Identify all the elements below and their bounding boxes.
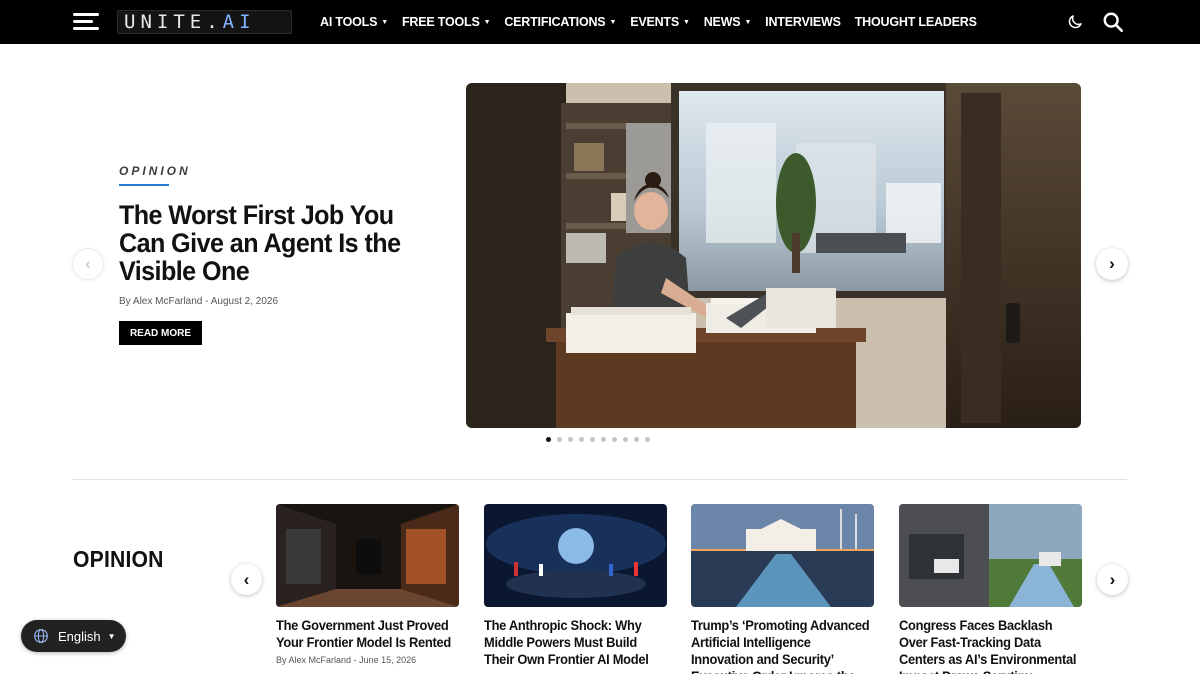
hero-author[interactable]: By Alex McFarland: [119, 296, 202, 307]
article-date: June 15, 2026: [359, 655, 417, 665]
nav-item-label: INTERVIEWS: [765, 15, 841, 29]
slide-dot[interactable]: [623, 437, 628, 442]
section-divider: [72, 479, 1127, 480]
article-card[interactable]: Trump’s ‘Promoting Advanced Artificial I…: [691, 504, 874, 674]
language-label: English: [58, 628, 101, 644]
top-navigation-bar: UNITE.AI AI TOOLS ▼ FREE TOOLS ▼ CERTIFICATI…: [0, 0, 1200, 44]
hero-image[interactable]: [466, 83, 1081, 428]
hero-next-button[interactable]: ›: [1096, 248, 1128, 280]
hero-meta: By Alex McFarland - August 2, 2026: [119, 296, 278, 307]
hero-prev-button[interactable]: ‹: [72, 248, 104, 280]
opinion-next-button[interactable]: ›: [1097, 564, 1128, 595]
slide-dot[interactable]: [645, 437, 650, 442]
globe-icon: [34, 629, 48, 643]
nav-item-news[interactable]: NEWS ▼: [703, 15, 752, 29]
nav-item-events[interactable]: EVENTS ▼: [630, 15, 690, 29]
nav-item-interviews[interactable]: INTERVIEWS: [765, 15, 841, 29]
nav-item-label: CERTIFICATIONS: [504, 15, 606, 29]
slide-dot[interactable]: [546, 437, 551, 442]
slide-dot[interactable]: [612, 437, 617, 442]
nav-item-label: EVENTS: [630, 15, 679, 29]
language-selector[interactable]: English ▼: [21, 620, 126, 652]
nav-item-label: NEWS: [703, 15, 741, 29]
article-card[interactable]: The Anthropic Shock: Why Middle Powers M…: [484, 504, 667, 668]
hero-date: August 2, 2026: [210, 296, 279, 307]
nav-item-label: THOUGHT LEADERS: [854, 15, 977, 29]
article-author[interactable]: By Alex McFarland: [276, 655, 351, 665]
article-thumbnail[interactable]: [276, 504, 459, 607]
opinion-prev-button[interactable]: ‹: [231, 564, 262, 595]
chevron-down-icon: ▼: [683, 18, 690, 26]
slide-dot[interactable]: [634, 437, 639, 442]
article-title[interactable]: The Anthropic Shock: Why Middle Powers M…: [484, 617, 667, 668]
opinion-section-title[interactable]: OPINION: [73, 546, 164, 573]
article-card[interactable]: The Government Just Proved Your Frontier…: [276, 504, 459, 665]
article-thumbnail[interactable]: [691, 504, 874, 607]
menu-icon[interactable]: [73, 13, 99, 31]
chevron-down-icon: ▼: [609, 18, 617, 26]
chevron-down-icon: ▼: [381, 18, 388, 26]
hero-title[interactable]: The Worst First Job You Can Give an Agen…: [119, 201, 417, 285]
logo-ai: AI: [222, 11, 256, 33]
nav-item-thought-leaders[interactable]: THOUGHT LEADERS: [855, 15, 977, 29]
category-underline: [119, 184, 169, 186]
slide-dot[interactable]: [579, 437, 584, 442]
nav-item-certifications[interactable]: CERTIFICATIONS ▼: [504, 15, 616, 29]
slide-dot[interactable]: [601, 437, 606, 442]
site-logo[interactable]: UNITE.AI: [117, 10, 292, 34]
moon-icon[interactable]: [1066, 13, 1084, 31]
main-nav: AI TOOLS ▼ FREE TOOLS ▼ CERTIFICATIONS ▼ EVENT…: [320, 0, 991, 44]
article-thumbnail[interactable]: [484, 504, 667, 607]
nav-item-ai-tools[interactable]: AI TOOLS ▼: [320, 15, 388, 29]
hero-category[interactable]: OPINION: [119, 164, 191, 178]
meta-separator: -: [353, 655, 357, 665]
article-title[interactable]: Congress Faces Backlash Over Fast-Tracki…: [899, 617, 1082, 674]
slide-dot[interactable]: [590, 437, 595, 442]
slide-indicators: [546, 437, 656, 442]
search-icon[interactable]: [1102, 11, 1124, 33]
meta-separator: -: [205, 296, 209, 307]
nav-item-free-tools[interactable]: FREE TOOLS ▼: [401, 15, 491, 29]
article-title[interactable]: The Government Just Proved Your Frontier…: [276, 617, 459, 651]
nav-item-label: AI TOOLS: [320, 15, 378, 29]
chevron-down-icon: ▼: [483, 18, 491, 26]
article-thumbnail[interactable]: [899, 504, 1082, 607]
nav-item-label: FREE TOOLS: [401, 15, 480, 29]
article-title[interactable]: Trump’s ‘Promoting Advanced Artificial I…: [691, 617, 874, 674]
logo-text: UNITE.: [124, 11, 223, 33]
slide-dot[interactable]: [557, 437, 562, 442]
article-meta: By Alex McFarland - June 15, 2026: [276, 655, 459, 665]
article-card[interactable]: Congress Faces Backlash Over Fast-Tracki…: [899, 504, 1082, 674]
slide-dot[interactable]: [568, 437, 573, 442]
chevron-down-icon: ▼: [107, 631, 116, 641]
chevron-down-icon: ▼: [744, 18, 752, 26]
read-more-button[interactable]: READ MORE: [119, 321, 202, 345]
